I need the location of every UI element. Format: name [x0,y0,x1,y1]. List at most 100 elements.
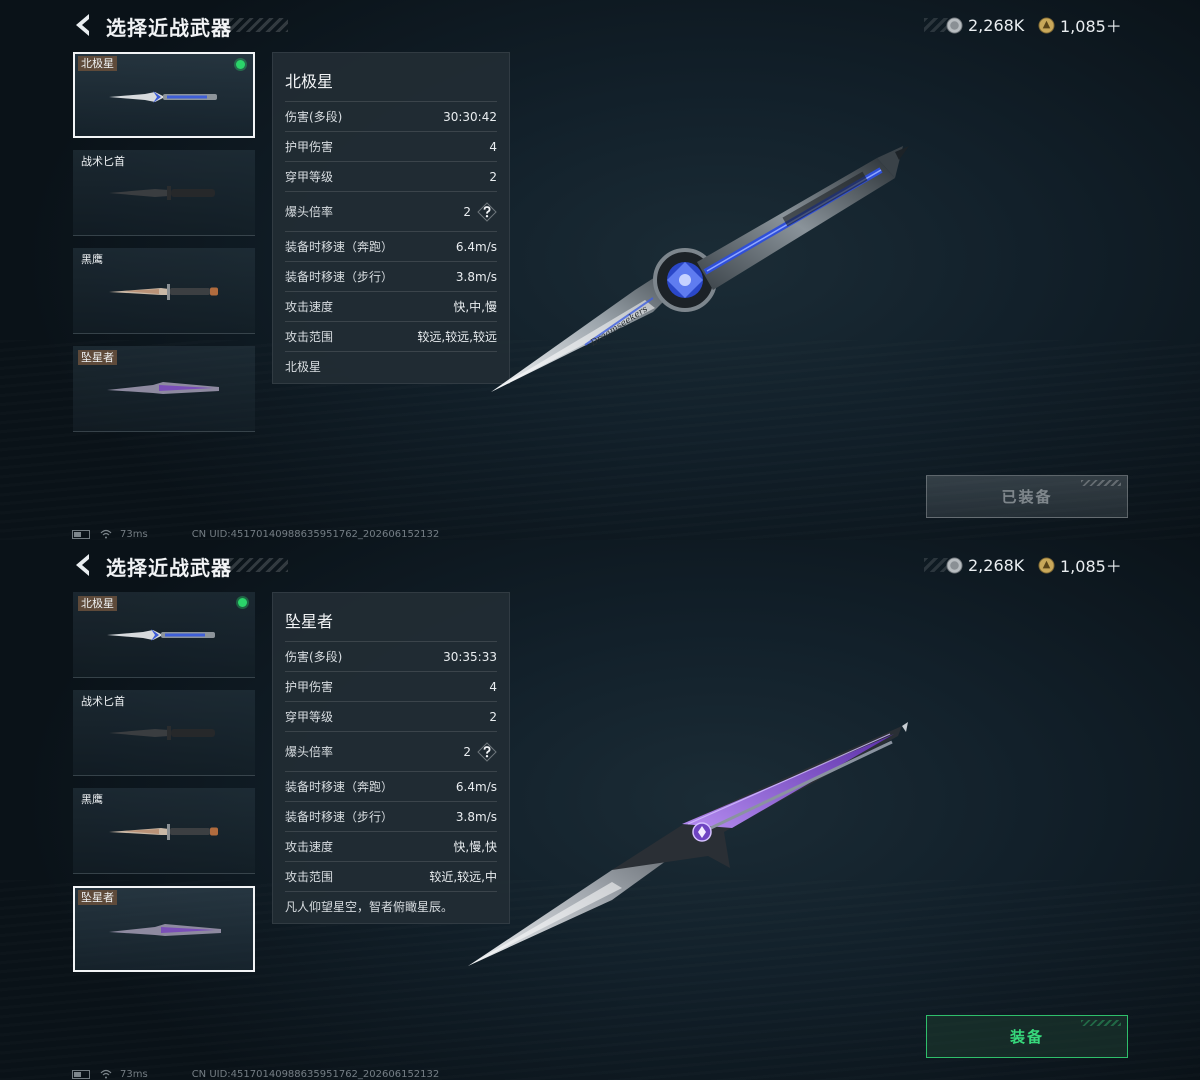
equipped-button: 已装备 [926,475,1128,518]
button-decoration [1081,1020,1121,1026]
currency-decoration [924,18,948,32]
weapon-card-label: 坠星者 [78,890,117,905]
title-decoration [220,558,288,572]
starfall-thumbnail [107,382,219,394]
stat-label: 装备时移速（奔跑） [285,240,394,254]
weapon-list: 北极星 战术匕首 黑鹰 坠星者 [73,592,257,984]
silver-amount: 2,268K [968,555,1025,575]
weapon-card-polaris[interactable]: 北极星 [73,52,255,138]
stat-label: 攻击范围 [285,330,334,344]
stat-row-armor-damage: 护甲伤害 4 [285,131,497,161]
stat-row-headshot: 爆头倍率 2 [285,191,497,231]
equipped-button-label: 已装备 [1001,488,1053,506]
weapon-card-tactical-dagger[interactable]: 战术匕首 [73,690,255,776]
equipped-indicator [236,60,245,69]
status-bar: 73ms CN UID:45170140988635951762_2026061… [72,528,439,540]
top-bar: 选择近战武器 2,268K 1,085＋ [70,10,1140,40]
gold-currency[interactable]: 1,085＋ [1038,14,1122,36]
top-bar: 选择近战武器 2,268K 1,085＋ [70,550,1140,580]
weapon-card-black-hawk[interactable]: 黑鹰 [73,788,255,874]
page-title: 选择近战武器 [106,556,232,580]
stat-label: 爆头倍率 [285,205,334,219]
weapon-card-label: 坠星者 [78,350,117,365]
stat-label: 装备时移速（步行） [285,270,394,284]
stat-label: 护甲伤害 [285,680,334,694]
stat-label: 穿甲等级 [285,710,334,724]
weapon-card-starfall[interactable]: 坠星者 [73,886,255,972]
stat-label: 攻击速度 [285,300,334,314]
stat-value: 30:35:33 [443,649,497,664]
status-bar: 73ms CN UID:45170140988635951762_2026061… [72,1068,439,1080]
stat-label: 爆头倍率 [285,745,334,759]
gold-amount: 1,085＋ [1060,557,1122,576]
stat-row-armor-damage: 护甲伤害 4 [285,671,497,701]
chevron-left-icon[interactable] [72,12,94,38]
silver-currency: 2,268K [946,554,1024,576]
stat-label: 装备时移速（奔跑） [285,780,394,794]
stat-label: 攻击范围 [285,870,334,884]
gold-currency[interactable]: 1,085＋ [1038,554,1122,576]
weapon-card-label: 北极星 [78,56,117,71]
stat-label: 护甲伤害 [285,140,334,154]
equip-button-label: 装备 [1009,1028,1044,1046]
equip-button[interactable]: 装备 [926,1015,1128,1058]
weapon-card-label: 北极星 [78,596,117,611]
silver-coin-icon [946,16,963,34]
button-decoration [1081,480,1121,486]
screen-polaris: 选择近战武器 2,268K 1,085＋ 北极星 战术匕首 黑鹰 坠星者 北极星… [0,0,1200,540]
player-uid: CN UID:45170140988635951762_202606152132 [191,1068,440,1080]
wifi-icon [100,529,112,539]
chevron-left-icon[interactable] [72,552,94,578]
stat-label: 穿甲等级 [285,170,334,184]
weapon-card-tactical-dagger[interactable]: 战术匕首 [73,150,255,236]
stat-label: 伤害(多段) [285,650,343,664]
stat-row-damage: 伤害(多段) 30:30:42 [285,101,497,131]
tactical-dagger-thumbnail [109,186,215,200]
page-title: 选择近战武器 [106,16,232,40]
stat-value: 30:30:42 [443,109,497,124]
polaris-weapon-render: Dreamseekers [491,146,909,392]
black-hawk-thumbnail [109,824,218,840]
weapon-card-starfall[interactable]: 坠星者 [73,346,255,432]
stat-value: 2 [463,204,471,219]
wifi-icon [100,1069,112,1079]
stat-label: 伤害(多段) [285,110,343,124]
weapon-detail-name: 北极星 [285,72,334,91]
weapon-card-label: 黑鹰 [81,793,103,806]
weapon-stats-panel: 北极星 伤害(多段) 30:30:42 护甲伤害 4 穿甲等级 2 爆头倍率 2 [272,52,510,384]
player-uid: CN UID:45170140988635951762_202606152132 [191,528,440,540]
gold-coin-icon [1038,556,1055,574]
ping-readout: 73ms [120,1068,148,1080]
equipped-indicator [238,598,247,607]
weapon-description: 北极星 [285,351,497,383]
polaris-thumbnail [107,629,215,641]
gold-amount: 1,085＋ [1060,17,1122,36]
ping-readout: 73ms [120,528,148,540]
stat-row-walk-speed: 装备时移速（步行） 3.8m/s [285,261,497,291]
weapon-card-label: 战术匕首 [81,695,125,708]
starfall-thumbnail [109,924,221,936]
weapon-card-polaris[interactable]: 北极星 [73,592,255,678]
stat-row-damage: 伤害(多段) 30:35:33 [285,641,497,671]
polaris-thumbnail [109,91,217,103]
stat-label: 装备时移速（步行） [285,810,394,824]
stat-row-run-speed: 装备时移速（奔跑） 6.4m/s [285,231,497,261]
silver-coin-icon [946,556,963,574]
tactical-dagger-thumbnail [109,726,215,740]
stat-value: 4 [489,679,497,694]
title-decoration [220,18,288,32]
stat-label: 攻击速度 [285,840,334,854]
weapon-detail-name: 坠星者 [285,612,334,631]
gold-coin-icon [1038,16,1055,34]
battery-icon [72,529,90,539]
screen-starfall: 选择近战武器 2,268K 1,085＋ 北极星 战术匕首 黑鹰 坠星者 坠星者… [0,540,1200,1080]
weapon-card-black-hawk[interactable]: 黑鹰 [73,248,255,334]
starfall-weapon-render [468,722,908,966]
weapon-card-label: 黑鹰 [81,253,103,266]
silver-amount: 2,268K [968,15,1025,35]
weapon-list: 北极星 战术匕首 黑鹰 坠星者 [73,52,257,444]
battery-icon [72,1069,90,1079]
currency-decoration [924,558,948,572]
weapon-card-label: 战术匕首 [81,155,125,168]
black-hawk-thumbnail [109,284,218,300]
